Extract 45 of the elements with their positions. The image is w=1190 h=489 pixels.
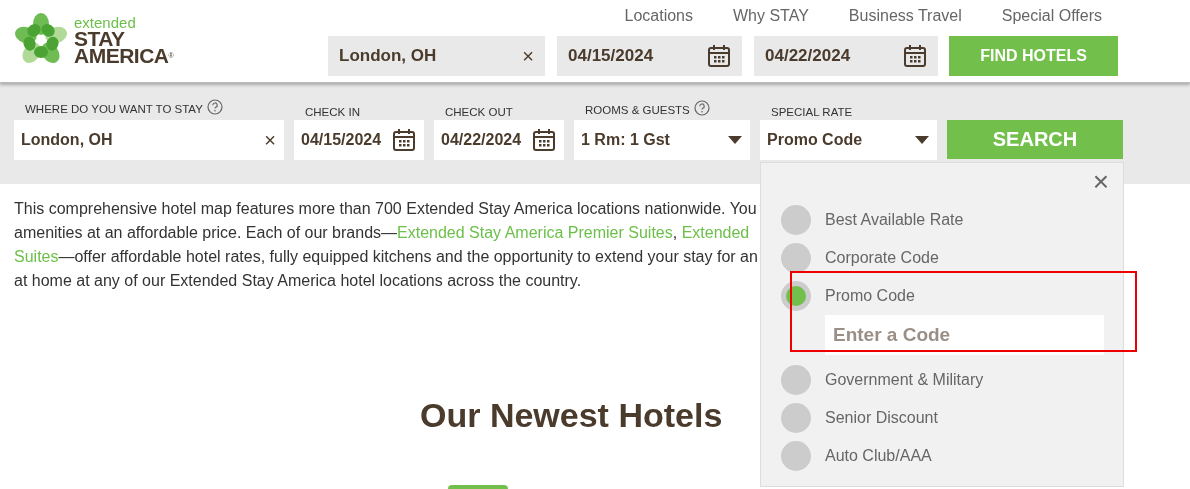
- rate-option[interactable]: Best Available Rate: [781, 201, 1123, 239]
- clear-button[interactable]: ×: [264, 128, 276, 152]
- caret-icon: [728, 136, 742, 144]
- nav-link[interactable]: Special Offers: [1001, 7, 1102, 36]
- rate-option[interactable]: Promo Code: [781, 277, 1123, 315]
- radio-button[interactable]: [781, 243, 811, 273]
- help-icon[interactable]: [693, 100, 710, 116]
- field-label: CHECK OUT: [445, 106, 513, 118]
- intro-paragraph: This comprehensive hotel map features more than 700 Extended Stay America locations nationwide. You amenities at an affordable price. Each of our brands—Extended Stay America Premier Suites, Extended Suites—offer affordable hotel rates, fully equipped kitchens and the opportunity to extend your stay for an at home at any of our Extended Stay America hotel locations across the country.: [14, 199, 758, 291]
- help-icon[interactable]: [206, 99, 223, 115]
- radio-button[interactable]: [781, 365, 811, 395]
- location-field[interactable]: London, OH ×: [328, 36, 545, 76]
- calendar-icon[interactable]: [707, 44, 731, 68]
- nav-link[interactable]: Locations: [624, 7, 693, 36]
- calendar-icon[interactable]: [532, 128, 556, 152]
- radio-button[interactable]: [781, 281, 811, 311]
- code-field[interactable]: Enter a Code: [825, 315, 1104, 355]
- rate-option[interactable]: Corporate Code: [781, 239, 1123, 277]
- radio-button[interactable]: [781, 205, 811, 235]
- section-heading: Our Newest Hotels: [420, 396, 723, 435]
- logo-text: extended: [74, 15, 137, 30]
- calendar-icon[interactable]: [903, 44, 927, 68]
- special-rate-dropdown[interactable]: Promo Code: [760, 120, 937, 160]
- nav-link[interactable]: Business Travel: [848, 7, 962, 36]
- radio-button[interactable]: [781, 403, 811, 433]
- rate-option[interactable]: Government & Military: [781, 361, 1123, 399]
- rate-option[interactable]: Senior Discount: [781, 399, 1123, 437]
- field-label: CHECK IN: [305, 106, 360, 118]
- rate-option[interactable]: Auto Club/AAA: [781, 437, 1123, 475]
- calendar-icon[interactable]: [392, 128, 416, 152]
- field-label: SPECIAL RATE: [771, 106, 853, 118]
- date-field[interactable]: 04/22/2024: [434, 120, 564, 160]
- date-field[interactable]: 04/15/2024: [557, 36, 742, 76]
- date-field[interactable]: 04/15/2024: [294, 120, 424, 160]
- date-field[interactable]: 04/22/2024: [754, 36, 938, 76]
- nav-link[interactable]: Why STAY: [733, 7, 809, 36]
- clear-button[interactable]: ×: [522, 44, 534, 68]
- radio-button[interactable]: [781, 441, 811, 471]
- close-button[interactable]: ×: [1092, 169, 1109, 195]
- rooms-dropdown[interactable]: 1 Rm: 1 Gst: [574, 120, 750, 160]
- location-field[interactable]: London, OH ×: [14, 120, 284, 160]
- field-label: WHERE DO YOU WANT TO STAY: [25, 103, 203, 115]
- field-label: ROOMS & GUESTS: [585, 104, 690, 116]
- logo-text: STAY: [74, 29, 125, 47]
- caret-icon: [915, 136, 929, 144]
